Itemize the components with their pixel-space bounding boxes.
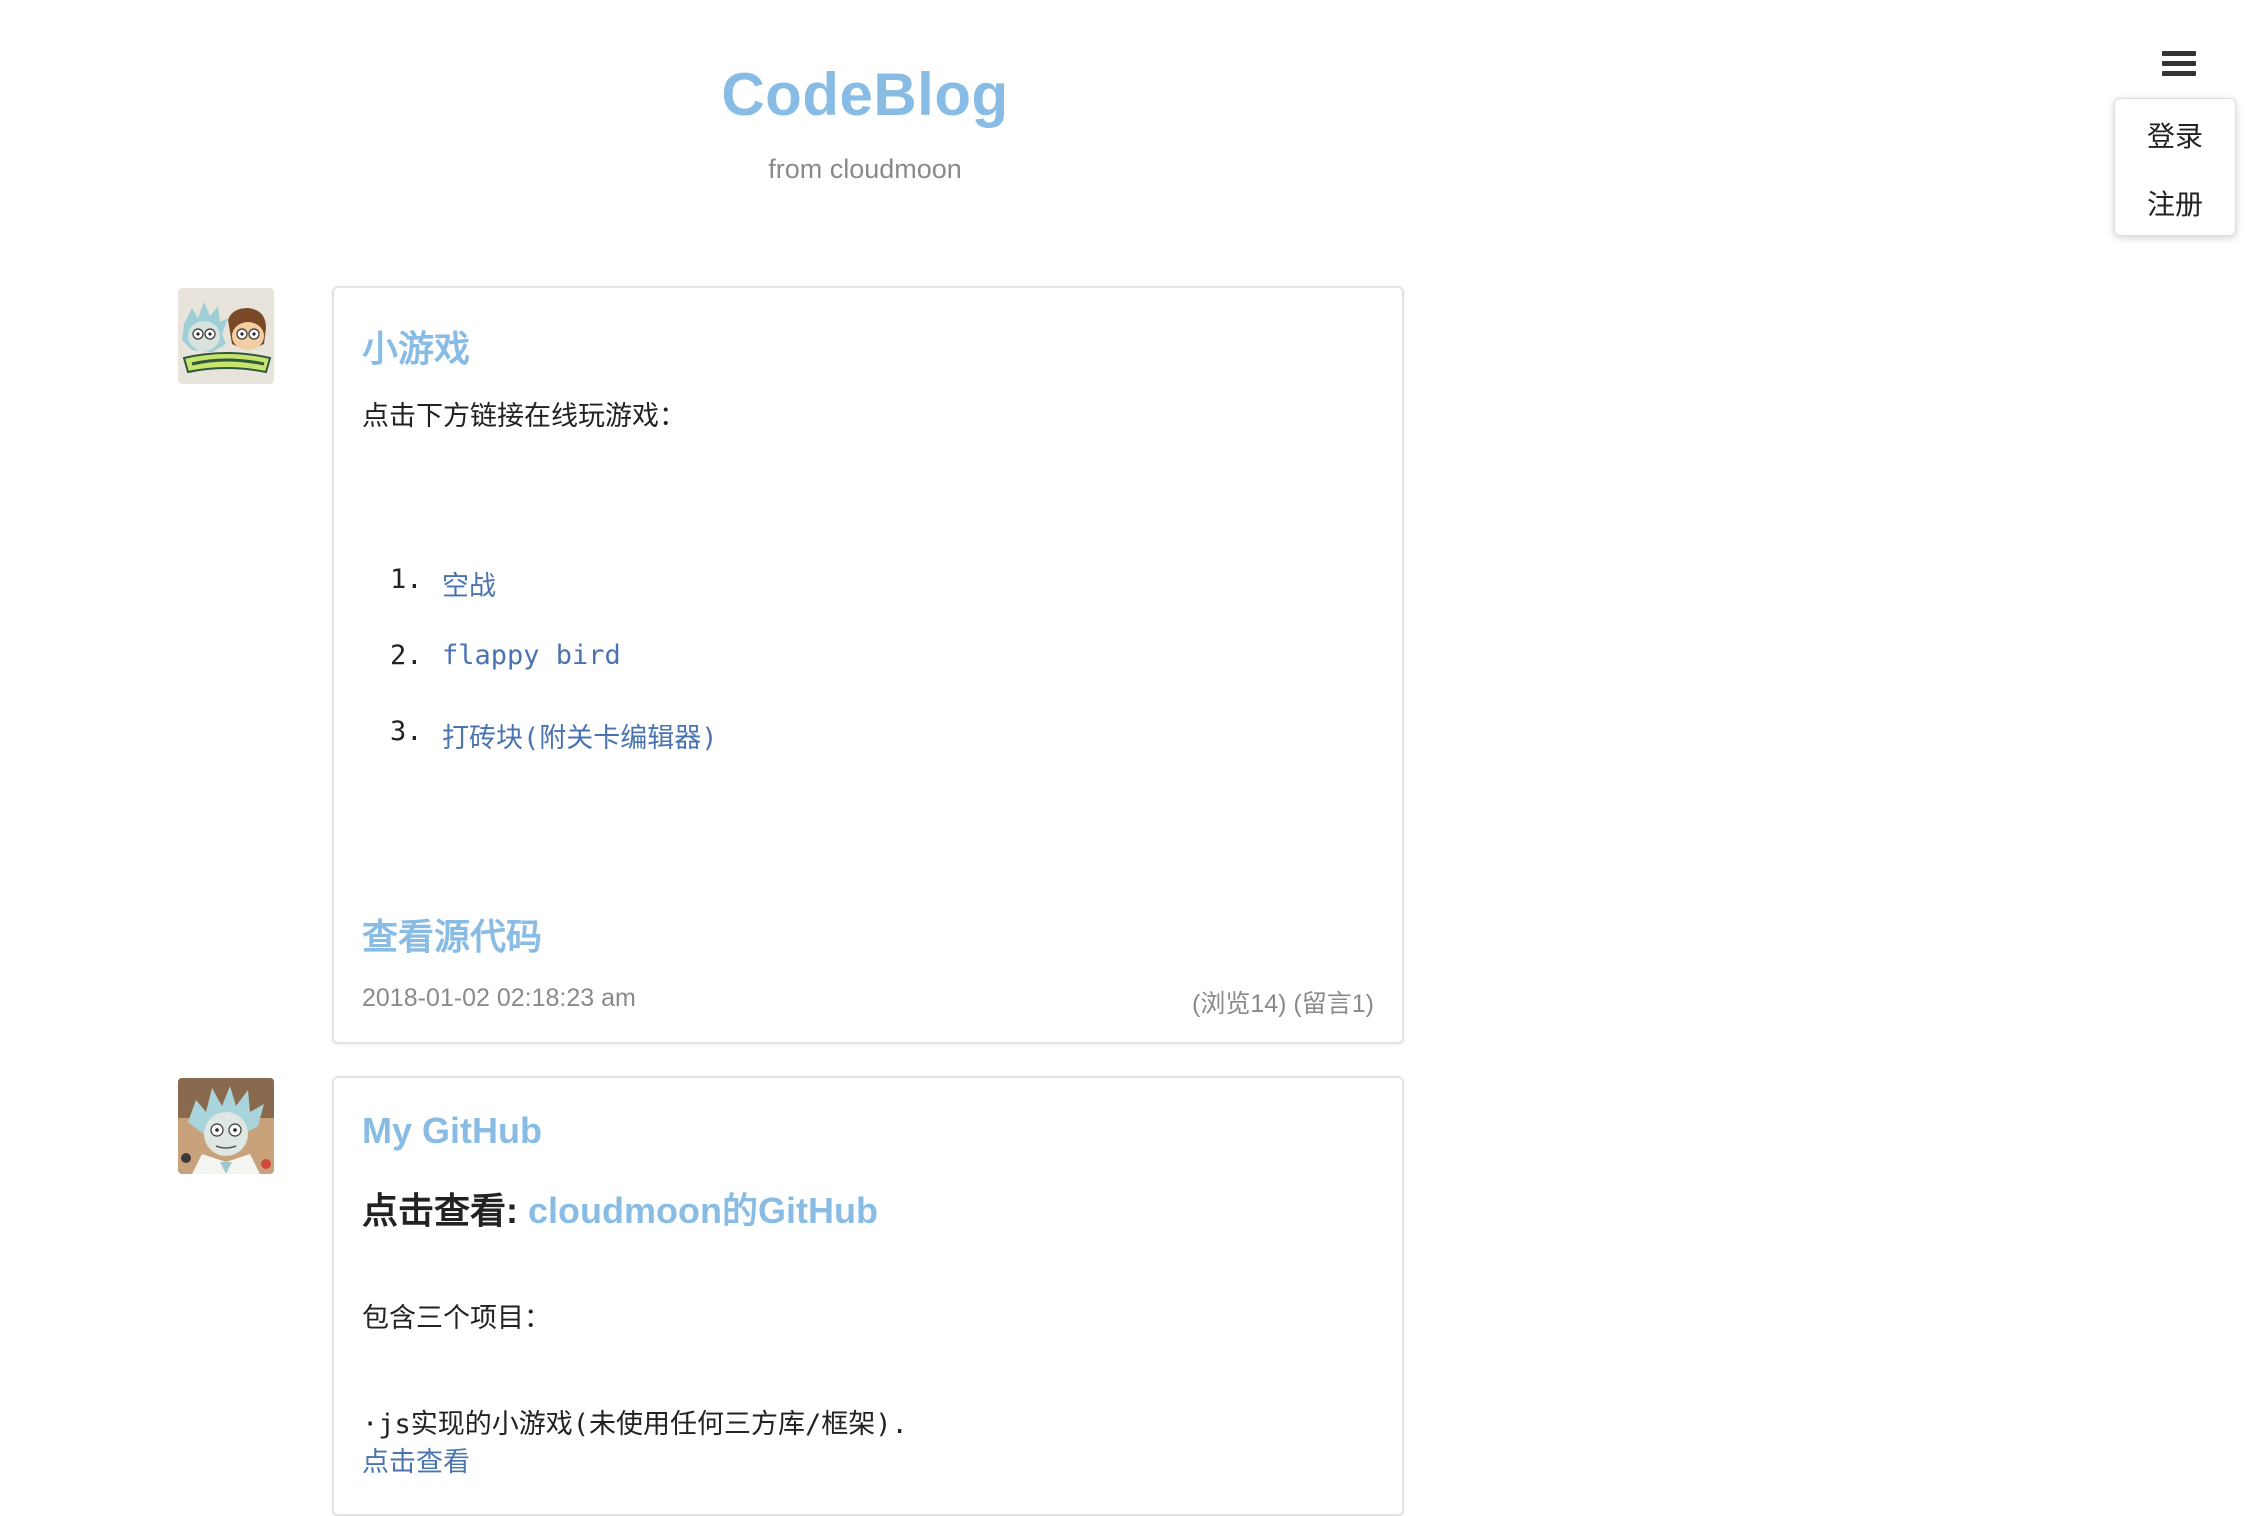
list-number: 1. [390,564,423,595]
login-menu-item[interactable]: 登录 [2115,115,2235,155]
post-title[interactable]: My GitHub [362,1110,542,1152]
subheading-prefix: 点击查看: [362,1190,528,1231]
game-link-air-battle[interactable]: 空战 [442,564,496,603]
list-number: 2. [390,640,423,671]
post-stats[interactable]: (浏览14) (留言1) [1192,984,1374,1020]
post-subheading: 点击查看: cloudmoon的GitHub [362,1182,878,1234]
rick-and-morty-avatar-icon [178,288,274,384]
view-source-link[interactable]: 查看源代码 [362,908,542,960]
post-date: 2018-01-02 02:18:23 am [362,984,636,1012]
post-intro: 点击下方链接在线玩游戏： [362,401,686,432]
hamburger-menu-icon[interactable] [2162,48,2196,78]
post-card: 小游戏 点击下方链接在线玩游戏： 1. 空战 2. flappy bird 3.… [332,286,1404,1044]
menu-bar [2162,71,2196,76]
github-link[interactable]: cloudmoon的GitHub [528,1190,878,1231]
post-card: My GitHub 点击查看: cloudmoon的GitHub 包含三个项目：… [332,1076,1404,1516]
register-menu-item[interactable]: 注册 [2115,183,2235,223]
list-number: 3. [390,716,423,747]
site-subtitle: from cloudmoon [768,154,962,184]
menu-bar [2162,61,2196,66]
post-author-avatar[interactable] [178,288,274,384]
user-menu-dropdown: 登录 注册 [2114,98,2236,236]
post-intro: 包含三个项目： [362,1303,551,1334]
site-title[interactable]: CodeBlog [0,60,1730,129]
game-link-breakout[interactable]: 打砖块(附关卡编辑器) [442,716,718,755]
post-title[interactable]: 小游戏 [362,320,470,372]
rick-avatar-icon [178,1078,274,1174]
game-link-flappy-bird[interactable]: flappy bird [442,640,621,671]
project-bullet: ·js实现的小游戏(未使用任何三方库/框架). [362,1409,908,1440]
project-view-link[interactable]: 点击查看 [362,1440,470,1479]
post-author-avatar[interactable] [178,1078,274,1174]
menu-bar [2162,51,2196,56]
